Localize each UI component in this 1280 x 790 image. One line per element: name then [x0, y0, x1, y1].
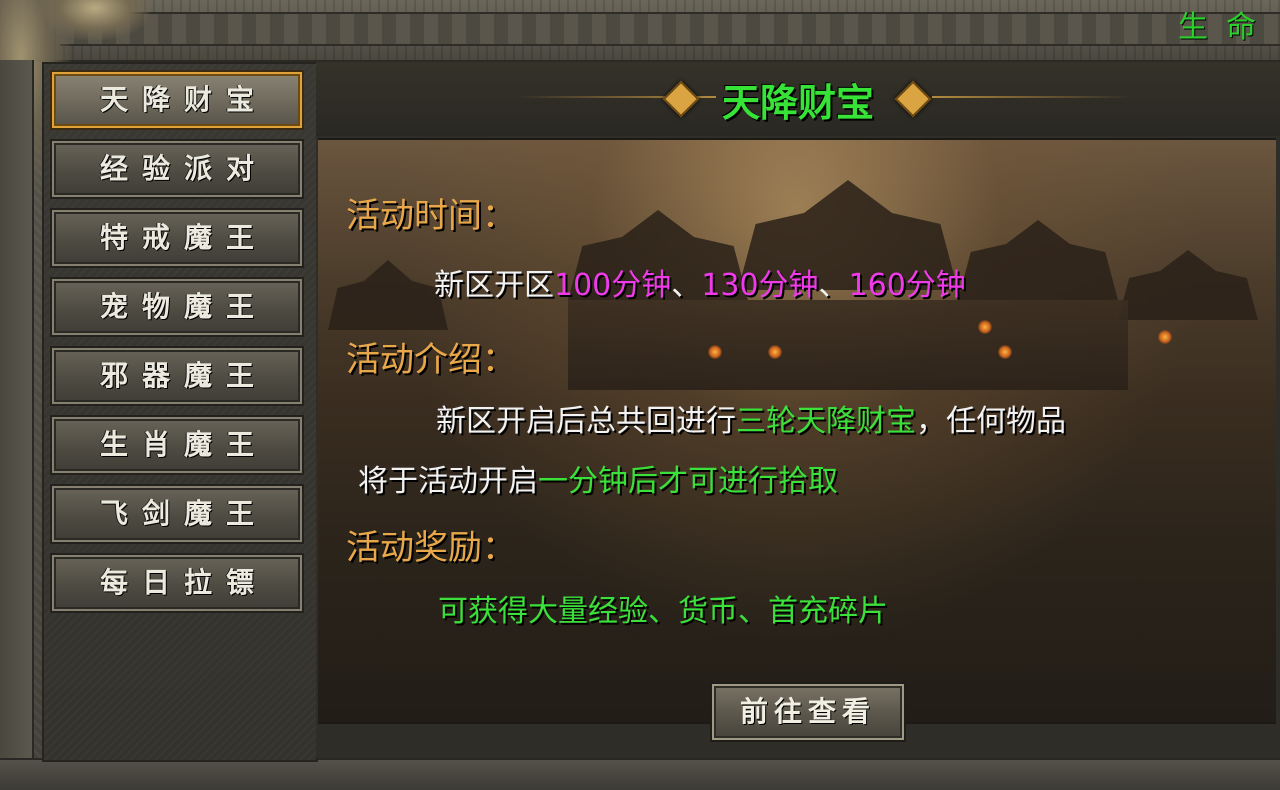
- time-sep-1: 、: [671, 268, 702, 303]
- intro-line1-suffix: ，任何物品: [916, 404, 1066, 439]
- tab-evil-weapon-boss[interactable]: 邪器魔王: [50, 346, 304, 406]
- intro-line2-highlight: 一分钟后才可进行拾取: [538, 464, 838, 499]
- activity-panel: 天降财宝 活动时间： 新区开区100分钟、130分钟、160分钟 活动介绍： 新…: [316, 62, 1280, 758]
- intro-line-2: 将于活动开启一分钟后才可进行拾取: [358, 456, 838, 500]
- time-label: 活动时间：: [346, 196, 516, 236]
- time-text: 新区开区100分钟、130分钟、160分钟: [434, 260, 966, 304]
- intro-label: 活动介绍：: [346, 340, 516, 380]
- diamond-ornament-left-icon: [662, 80, 700, 118]
- tab-zodiac-boss[interactable]: 生肖魔王: [50, 415, 304, 475]
- tab-exp-party[interactable]: 经验派对: [50, 139, 304, 199]
- title-ornament-line-right: [932, 96, 1132, 98]
- intro-line2-prefix: 将于活动开启: [358, 464, 538, 499]
- tab-daily-escort[interactable]: 每日拉镖: [50, 553, 304, 613]
- intro-line-1: 新区开启后总共回进行三轮天降财宝，任何物品: [436, 396, 1066, 440]
- time-value-1: 100分钟: [554, 268, 672, 303]
- time-sep-2: 、: [818, 268, 849, 303]
- panel-title: 天降财宝: [721, 81, 874, 125]
- tab-pet-boss[interactable]: 宠物魔王: [50, 277, 304, 337]
- reward-text: 可获得大量经验、货币、首充碎片: [438, 594, 888, 629]
- intro-line1-highlight: 三轮天降财宝: [736, 404, 916, 439]
- time-value-2: 130分钟: [701, 268, 819, 303]
- time-value-3: 160分钟: [848, 268, 966, 303]
- intro-line1-prefix: 新区开启后总共回进行: [436, 404, 736, 439]
- frame-top-border: [0, 0, 1280, 62]
- frame-left-border: [0, 60, 34, 760]
- frame-bottom-border: [0, 758, 1280, 790]
- go-view-button[interactable]: 前往查看: [710, 682, 906, 742]
- activity-sidebar: 天降财宝 经验派对 特戒魔王 宠物魔王 邪器魔王 生肖魔王 飞剑魔王 每日拉镖: [42, 62, 318, 762]
- reward-label: 活动奖励：: [346, 528, 516, 568]
- dragon-head-ornament: [40, 0, 150, 40]
- tab-ring-boss[interactable]: 特戒魔王: [50, 208, 304, 268]
- hud-life-label: 生命: [1178, 10, 1274, 45]
- tab-treasure-drop[interactable]: 天降财宝: [50, 70, 304, 130]
- diamond-ornament-right-icon: [894, 80, 932, 118]
- panel-title-bar: 天降财宝: [316, 62, 1280, 136]
- tab-flying-sword-boss[interactable]: 飞剑魔王: [50, 484, 304, 544]
- time-prefix: 新区开区: [434, 268, 554, 303]
